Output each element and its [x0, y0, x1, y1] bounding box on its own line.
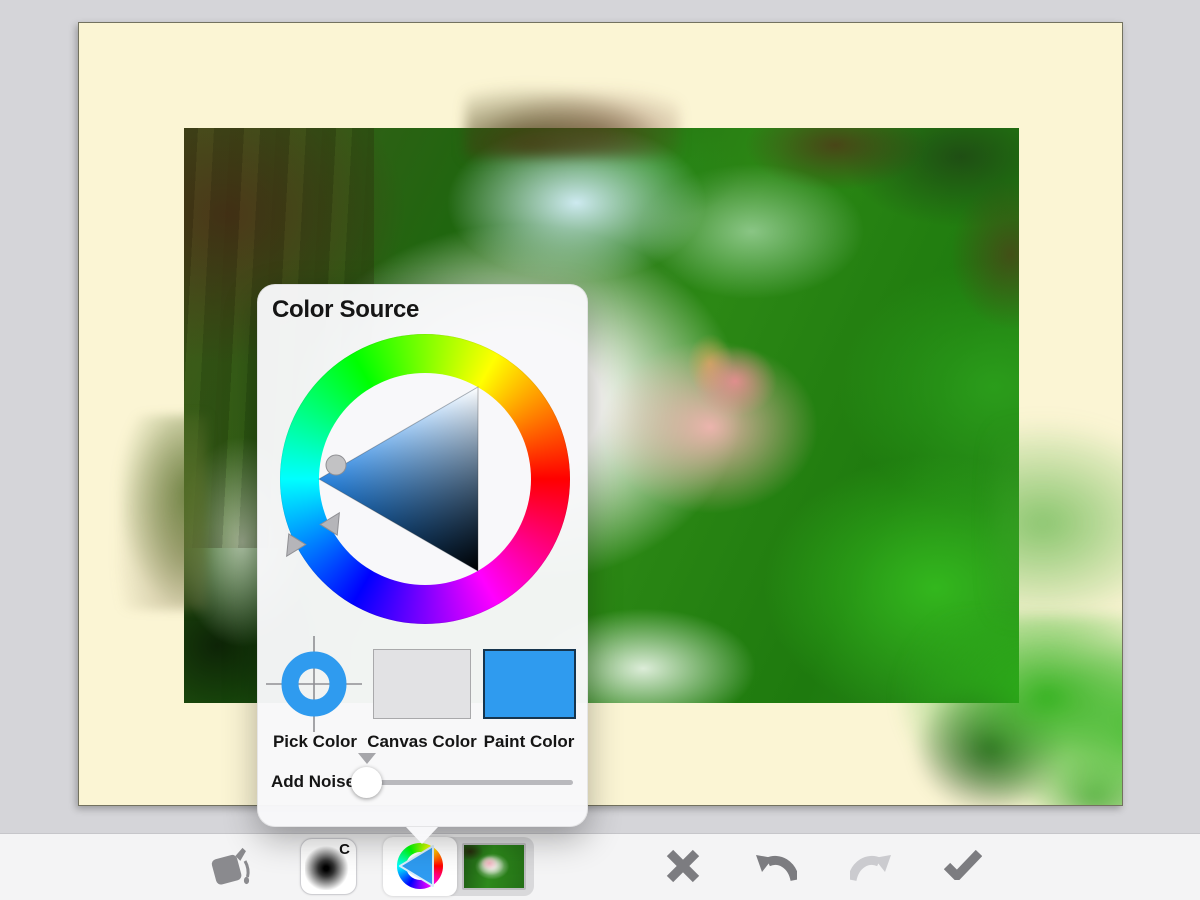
x-icon [670, 853, 696, 879]
hue-marker-inner[interactable] [320, 508, 348, 536]
color-source-tool-button[interactable] [383, 837, 457, 896]
undo-arrow-icon [756, 855, 795, 880]
add-noise-label: Add Noise [271, 772, 355, 792]
brush-mode-badge: C [339, 841, 350, 858]
eyedropper-crosshair-icon [266, 636, 362, 732]
canvas-color-label: Canvas Color [367, 732, 477, 752]
paint-bucket-icon [210, 847, 253, 885]
color-wheel-triangle-icon [397, 843, 443, 889]
redo-arrow-icon [852, 855, 891, 880]
undo-button[interactable] [755, 851, 797, 883]
paint-color-label: Paint Color [484, 732, 575, 752]
confirm-button[interactable] [944, 850, 982, 880]
pick-color-label: Pick Color [273, 732, 357, 752]
add-noise-slider[interactable] [351, 780, 573, 785]
add-noise-slider-thumb[interactable] [351, 767, 382, 798]
canvas-color-swatch[interactable] [373, 649, 471, 719]
drawing-canvas[interactable] [78, 22, 1123, 806]
fill-tool-button[interactable] [207, 845, 253, 889]
app-background: Color Source [0, 0, 1200, 900]
redo-button[interactable] [850, 851, 892, 883]
sv-triangle[interactable] [319, 387, 478, 571]
brush-tool-button[interactable]: C [300, 838, 357, 895]
sv-selection-handle[interactable] [326, 455, 346, 475]
saturation-value-triangle[interactable] [280, 334, 570, 624]
popover-title: Color Source [272, 296, 419, 324]
hue-marker-outer[interactable] [280, 534, 306, 562]
cancel-button[interactable] [666, 849, 700, 883]
popover-tail [406, 827, 438, 844]
pick-color-button[interactable] [264, 634, 364, 734]
toolbar: C [0, 833, 1200, 900]
paint-color-swatch[interactable] [483, 649, 576, 719]
slider-pointer-icon [358, 753, 376, 764]
color-source-popover: Color Source [257, 284, 588, 827]
reference-image-button[interactable] [462, 843, 526, 890]
checkmark-icon [947, 853, 979, 876]
